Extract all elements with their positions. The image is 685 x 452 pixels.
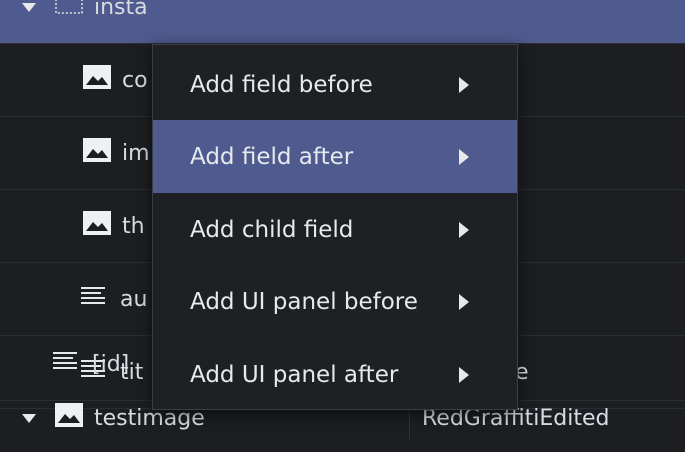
image-icon bbox=[82, 137, 112, 169]
folder-icon bbox=[54, 0, 84, 21]
submenu-arrow-icon bbox=[459, 293, 469, 310]
menu-item-add-child-field[interactable]: Add child field bbox=[153, 193, 517, 266]
menu-item-add-field-before[interactable]: Add field before bbox=[153, 48, 517, 121]
tree-row-name: [id] bbox=[52, 328, 129, 400]
submenu-arrow-icon bbox=[459, 366, 469, 383]
menu-item-label: Add UI panel after bbox=[190, 361, 399, 388]
expand-caret-icon[interactable] bbox=[22, 413, 36, 423]
submenu-arrow-icon bbox=[459, 148, 469, 165]
submenu-arrow-icon bbox=[459, 76, 469, 93]
context-menu: Add field before Add field after Add chi… bbox=[152, 44, 518, 410]
menu-item-label: Add child field bbox=[190, 216, 354, 243]
menu-item-add-ui-panel-before[interactable]: Add UI panel before bbox=[153, 265, 517, 338]
menu-item-label: Add field before bbox=[190, 71, 373, 98]
tree-row-label: insta bbox=[94, 0, 148, 20]
tree-row-label: au bbox=[120, 286, 148, 312]
text-icon bbox=[52, 349, 82, 379]
tree-row-name: au bbox=[80, 263, 147, 335]
tree-row-name: co bbox=[82, 44, 148, 116]
tree-row-name: th bbox=[82, 190, 145, 262]
image-icon bbox=[82, 64, 112, 96]
menu-item-add-ui-panel-after[interactable]: Add UI panel after bbox=[153, 338, 517, 411]
menu-item-label: Add field after bbox=[190, 143, 354, 170]
text-icon bbox=[80, 284, 110, 314]
tree-row-label: co bbox=[122, 67, 148, 93]
submenu-arrow-icon bbox=[459, 221, 469, 238]
menu-item-add-field-after[interactable]: Add field after bbox=[153, 120, 517, 193]
tree-row-insta[interactable]: insta bbox=[0, 0, 685, 44]
expand-caret-icon[interactable] bbox=[22, 2, 36, 12]
tree-row-label: [id] bbox=[92, 351, 130, 377]
image-icon bbox=[54, 402, 84, 434]
tree-row-label: th bbox=[122, 213, 145, 239]
tree-row-name: insta bbox=[22, 0, 148, 43]
tree-row-name: im bbox=[82, 117, 150, 189]
tree-row-label: im bbox=[122, 140, 150, 166]
menu-item-label: Add UI panel before bbox=[190, 288, 418, 315]
image-icon bbox=[82, 210, 112, 242]
